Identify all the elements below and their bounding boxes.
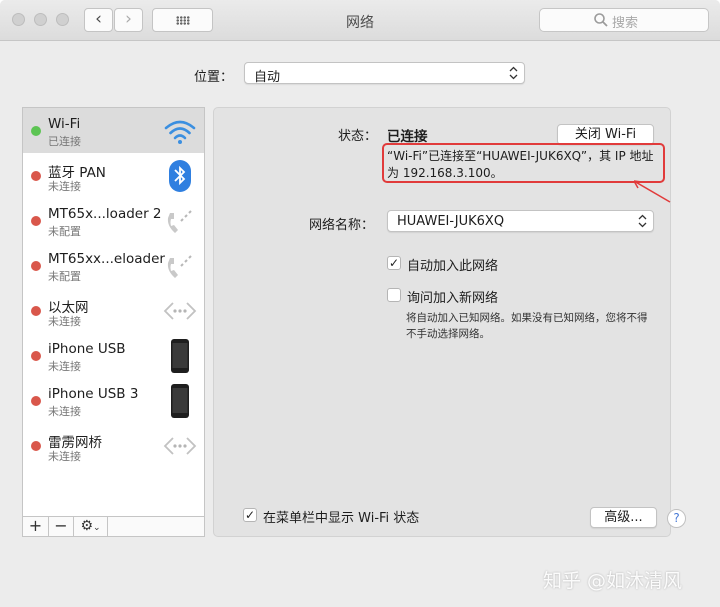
search-placeholder: 搜索 xyxy=(612,16,639,31)
turn-off-wifi-button[interactable]: 关闭 Wi-Fi xyxy=(557,124,654,145)
status-value: 已连接 xyxy=(387,129,428,145)
service-item-wifi[interactable]: Wi-Fi 已连接 xyxy=(23,108,204,153)
service-name: iPhone USB 3 xyxy=(48,386,139,402)
gear-icon: ⚙ xyxy=(80,518,93,534)
network-name-value: HUAWEI-JUK6XQ xyxy=(397,214,505,229)
status-dot xyxy=(31,306,41,316)
remove-service-button[interactable]: − xyxy=(49,517,74,536)
network-name-select[interactable]: HUAWEI-JUK6XQ xyxy=(387,210,654,232)
ask-join-label: 询问加入新网络 xyxy=(407,291,499,306)
status-dot xyxy=(31,396,41,406)
phone-icon xyxy=(167,210,192,233)
service-status: 未连接 xyxy=(48,360,81,373)
updown-arrow-icon xyxy=(509,66,518,80)
location-value: 自动 xyxy=(254,70,281,85)
bluetooth-icon xyxy=(169,160,191,192)
service-status: 未连接 xyxy=(48,450,81,463)
phone-icon xyxy=(167,255,192,278)
updown-arrow-icon xyxy=(638,214,647,228)
ethernet-icon xyxy=(163,302,197,320)
auto-join-checkbox[interactable]: ✓ xyxy=(387,256,401,270)
search-field[interactable]: 搜索 xyxy=(539,8,709,32)
wifi-icon xyxy=(164,120,196,144)
annotation-arrow-icon xyxy=(633,180,671,203)
ask-join-checkbox[interactable] xyxy=(387,288,401,302)
iphone-icon xyxy=(171,384,189,418)
ask-join-note: 将自动加入已知网络。如果没有已知网络，您将不得不手动选择网络。 xyxy=(406,312,648,340)
checkmark-icon: ✓ xyxy=(388,256,400,270)
service-list-toolbar: + − ⚙⌄ xyxy=(22,516,205,537)
service-status: 未配置 xyxy=(48,225,81,238)
service-name: MT65x...loader 2 xyxy=(48,206,162,222)
network-preferences-window: ‹ › 网络 搜索 位置： 自动 Wi-Fi 已连接 蓝牙 PAN 未连接 MT… xyxy=(0,0,720,607)
highlight-annotation xyxy=(382,143,665,183)
checkmark-icon: ✓ xyxy=(244,508,256,522)
status-dot xyxy=(31,261,41,271)
service-name: MT65xx...eloader xyxy=(48,251,165,267)
service-status: 未连接 xyxy=(48,180,81,193)
iphone-icon xyxy=(171,339,189,373)
service-item-ethernet[interactable]: 以太网 未连接 xyxy=(23,288,204,333)
watermark: 知乎 @如沐清风 xyxy=(543,570,683,592)
show-menubar-label: 在菜单栏中显示 Wi-Fi 状态 xyxy=(263,511,420,526)
show-menubar-checkbox[interactable]: ✓ xyxy=(243,508,257,522)
help-button[interactable]: ? xyxy=(667,509,686,528)
service-status: 未连接 xyxy=(48,315,81,328)
chevron-down-icon: ⌄ xyxy=(93,523,101,533)
service-item-bluetooth-pan[interactable]: 蓝牙 PAN 未连接 xyxy=(23,153,204,198)
service-item-iphone-usb-3[interactable]: iPhone USB 3 未连接 xyxy=(23,378,204,423)
service-name: Wi-Fi xyxy=(48,116,81,132)
status-dot xyxy=(31,216,41,226)
title-bar: ‹ › 网络 搜索 xyxy=(0,0,720,41)
status-dot xyxy=(31,126,41,136)
ethernet-icon xyxy=(163,437,197,455)
service-status: 未配置 xyxy=(48,270,81,283)
add-service-button[interactable]: + xyxy=(23,517,49,536)
status-dot xyxy=(31,441,41,451)
location-select[interactable]: 自动 xyxy=(244,62,525,85)
auto-join-label: 自动加入此网络 xyxy=(407,259,499,274)
service-status: 未连接 xyxy=(48,405,81,418)
service-name: iPhone USB xyxy=(48,341,126,357)
action-menu-button[interactable]: ⚙⌄ xyxy=(74,517,108,536)
status-dot xyxy=(31,171,41,181)
service-item-iphone-usb[interactable]: iPhone USB 未连接 xyxy=(23,333,204,378)
location-label: 位置： xyxy=(194,70,234,85)
network-name-label: 网络名称： xyxy=(309,218,375,233)
status-dot xyxy=(31,351,41,361)
service-item-mt65x-loader-2[interactable]: MT65x...loader 2 未配置 xyxy=(23,198,204,243)
service-list: Wi-Fi 已连接 蓝牙 PAN 未连接 MT65x...loader 2 未配… xyxy=(22,107,205,517)
service-status: 已连接 xyxy=(48,135,81,148)
advanced-button[interactable]: 高级... xyxy=(590,507,657,528)
service-item-thunderbolt-bridge[interactable]: 雷雳网桥 未连接 xyxy=(23,423,204,468)
status-label: 状态： xyxy=(338,129,378,144)
search-icon xyxy=(594,13,608,27)
service-item-mt65xx-eloader[interactable]: MT65xx...eloader 未配置 xyxy=(23,243,204,288)
